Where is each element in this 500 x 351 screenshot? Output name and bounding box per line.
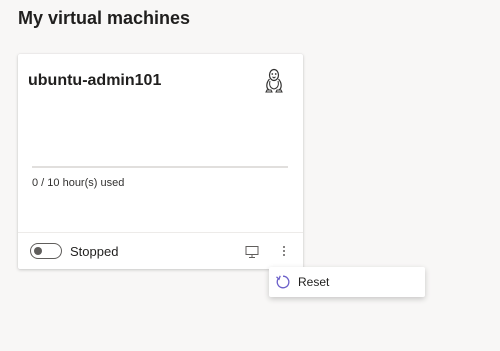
menu-item-reset[interactable]: Reset [269, 267, 425, 297]
more-vertical-icon[interactable] [276, 242, 292, 260]
toggle-knob [34, 247, 42, 255]
card-divider [18, 232, 303, 233]
menu-item-label: Reset [298, 275, 330, 289]
dot [283, 250, 285, 252]
usage-progress-bar [32, 166, 288, 168]
usage-text: 0 / 10 hour(s) used [32, 177, 125, 189]
vm-power-toggle[interactable] [30, 243, 62, 259]
page-title: My virtual machines [18, 8, 191, 28]
vm-name: ubuntu-admin101 [28, 72, 162, 89]
dot [283, 246, 285, 248]
vm-status-label: Stopped [70, 244, 119, 259]
linux-penguin-icon [265, 68, 283, 93]
reset-icon [276, 275, 290, 289]
dot [283, 254, 285, 256]
context-menu: Reset [269, 267, 425, 297]
monitor-icon[interactable] [244, 244, 260, 260]
vm-card: ubuntu-admin101 0 / 10 hour(s) used Stop… [18, 54, 303, 269]
